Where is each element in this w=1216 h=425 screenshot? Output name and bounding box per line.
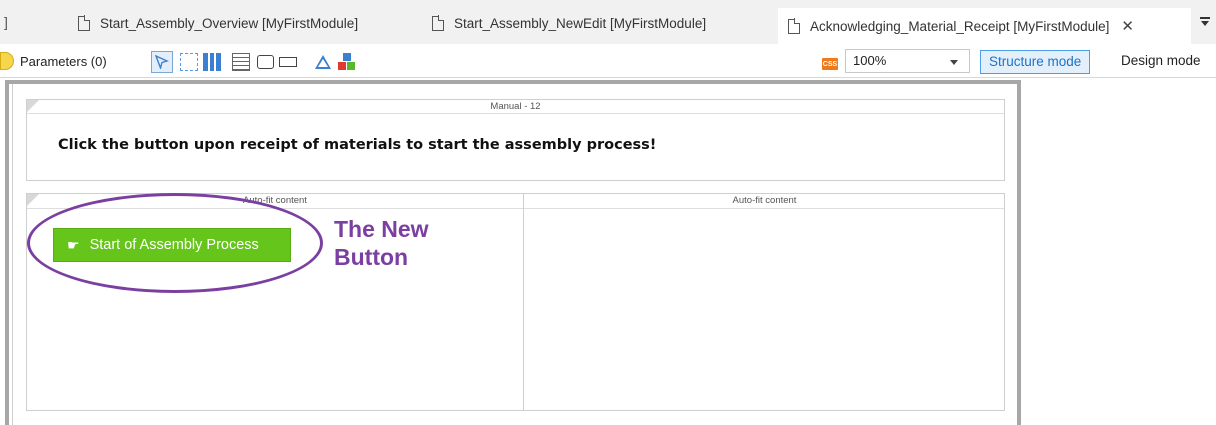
design-mode-button[interactable]: Design mode <box>1113 50 1209 74</box>
page-editor-toolbar: Parameters (0) CSS 100% Structure mode D… <box>0 44 1216 78</box>
page-document-icon <box>788 18 801 34</box>
zoom-select[interactable]: 100% <box>845 49 970 73</box>
page-document-icon <box>432 15 445 31</box>
annotation-callout: The New Button <box>334 215 429 271</box>
tab-label: Start_Assembly_NewEdit [MyFirstModule] <box>454 15 707 31</box>
select-pointer-icon[interactable] <box>151 51 173 73</box>
zoom-value: 100% <box>853 53 887 68</box>
document-tab-bar: ] Start_Assembly_Overview [MyFirstModule… <box>0 0 1216 44</box>
instruction-text[interactable]: Click the button upon receipt of materia… <box>58 137 656 153</box>
right-column-header: Auto-fit content <box>732 195 797 206</box>
chevron-down-icon <box>950 60 958 65</box>
tab-start-assembly-overview[interactable]: Start_Assembly_Overview [MyFirstModule] <box>78 8 358 38</box>
frame-divider <box>12 84 13 425</box>
structure-mode-button[interactable]: Structure mode <box>980 50 1091 74</box>
annotation-line-2: Button <box>334 244 409 270</box>
parameters-tag-icon <box>0 52 14 70</box>
close-tab-icon[interactable]: ✕ <box>1121 17 1134 35</box>
shape-icon[interactable] <box>315 55 331 69</box>
tab-start-assembly-newedit[interactable]: Start_Assembly_NewEdit [MyFirstModule] <box>432 8 706 38</box>
parameters-button[interactable]: Parameters (0) <box>0 52 107 70</box>
tab-acknowledging-material-receipt[interactable]: Acknowledging_Material_Receipt [MyFirstM… <box>778 8 1191 44</box>
rectangle-icon[interactable] <box>257 55 274 69</box>
wide-rectangle-icon[interactable] <box>279 57 297 67</box>
manual-container-header: Manual - 12 <box>27 100 1004 114</box>
annotation-line-1: The New <box>334 216 429 242</box>
column-divider <box>523 194 524 410</box>
container-icon[interactable] <box>180 53 198 71</box>
layout-grid-icon[interactable] <box>203 53 222 71</box>
tab-label: Start_Assembly_Overview [MyFirstModule] <box>100 15 359 31</box>
highlight-ellipse <box>27 193 323 293</box>
manual-container[interactable]: Manual - 12 Click the button upon receip… <box>26 99 1005 181</box>
tab-label: Acknowledging_Material_Receipt [MyFirstM… <box>810 18 1110 34</box>
overflow-menu-icon[interactable] <box>1200 17 1210 27</box>
truncated-tab-fragment: ] <box>4 14 8 30</box>
css-icon[interactable]: CSS <box>822 58 838 70</box>
building-blocks-icon[interactable] <box>338 53 356 71</box>
parameters-label: Parameters (0) <box>20 54 107 69</box>
data-grid-icon[interactable] <box>232 53 250 71</box>
page-document-icon <box>78 15 91 31</box>
